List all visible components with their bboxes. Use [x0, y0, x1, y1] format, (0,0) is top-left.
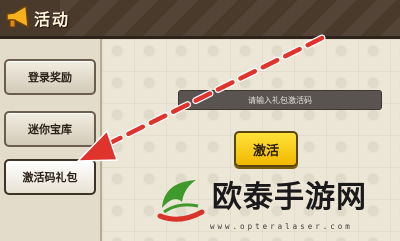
watermark-site-name: 欧泰手游网: [212, 180, 367, 215]
activate-button[interactable]: 激活: [234, 131, 298, 167]
sidebar-item-gift-code[interactable]: 激活码礼包: [4, 159, 96, 195]
header-pattern: [60, 0, 400, 36]
sidebar-item-label: 迷你宝库: [28, 123, 72, 136]
sidebar-item-label: 激活码礼包: [22, 171, 78, 184]
sidebar-item-login-reward[interactable]: 登录奖励: [4, 59, 96, 95]
sidebar-item-mini-treasury[interactable]: 迷你宝库: [4, 111, 96, 147]
horn-icon: [6, 4, 29, 29]
sidebar-item-label: 登录奖励: [28, 71, 72, 84]
gift-code-input[interactable]: [178, 90, 382, 110]
leaf-logo-icon: [157, 180, 205, 222]
sidebar: 登录奖励 迷你宝库 激活码礼包: [0, 39, 102, 241]
watermark-url: www.opteralaser.com: [210, 222, 353, 231]
activity-screen: 活动 登录奖励 迷你宝库 激活码礼包 激活 欧泰手游网 www.opterala…: [0, 0, 400, 241]
page-title: 活动: [34, 10, 71, 29]
watermark: 欧泰手游网 www.opteralaser.com: [150, 168, 400, 241]
activate-button-label: 激活: [252, 143, 279, 159]
header-bar: 活动: [0, 0, 400, 39]
